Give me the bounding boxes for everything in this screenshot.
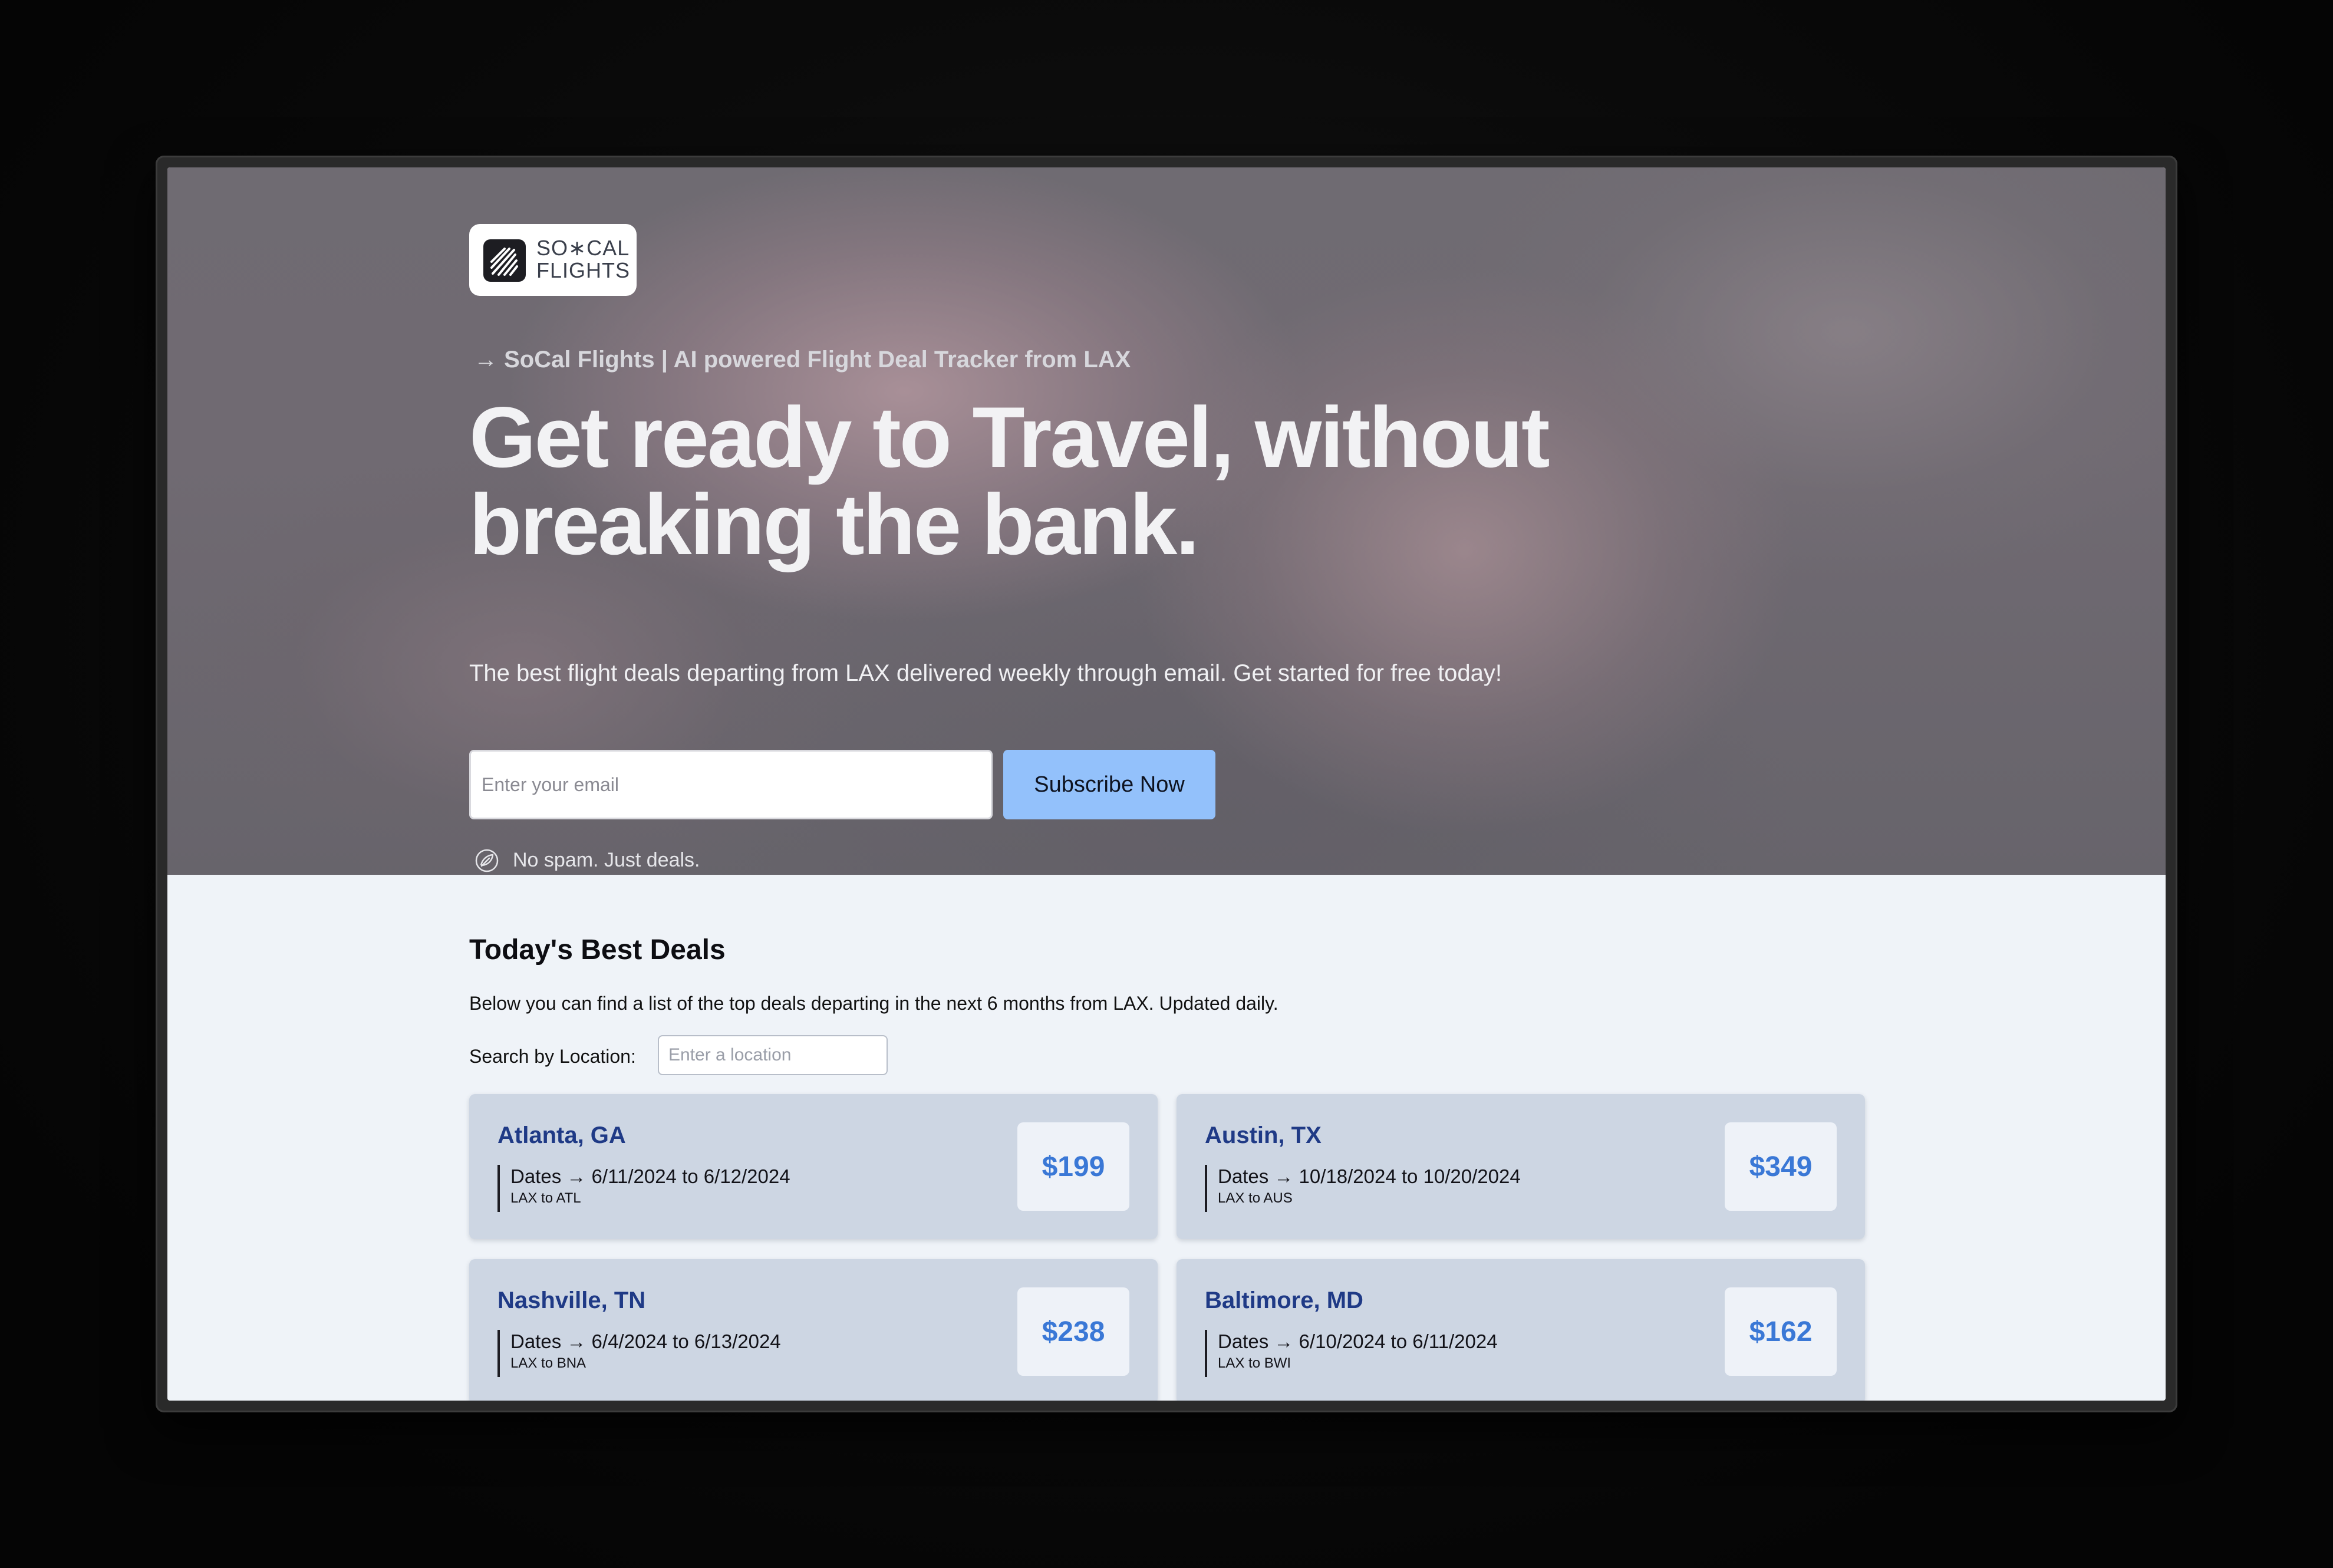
deal-details: Dates → 10/18/2024 to 10/20/2024 LAX to …: [1205, 1165, 1521, 1212]
search-location-label: Search by Location:: [469, 1046, 636, 1067]
deal-route: LAX to BNA: [510, 1355, 586, 1371]
logo[interactable]: SO∗CAL FLIGHTS: [469, 224, 637, 296]
deal-card[interactable]: Austin, TX Dates → 10/18/2024 to 10/20/2…: [1177, 1094, 1865, 1239]
logo-line-2: FLIGHTS: [536, 258, 631, 282]
deal-city: Baltimore, MD: [1205, 1287, 1363, 1313]
deals-description: Below you can find a list of the top dea…: [469, 993, 1278, 1014]
deal-price: $199: [1017, 1122, 1129, 1211]
hero-subtitle: The best flight deals departing from LAX…: [469, 660, 1502, 686]
deal-price: $162: [1725, 1287, 1837, 1376]
deal-city: Austin, TX: [1205, 1122, 1322, 1148]
location-search-input[interactable]: [658, 1035, 888, 1075]
deal-route: LAX to BWI: [1218, 1355, 1291, 1371]
flight-streaks-icon: [483, 239, 526, 282]
deal-dates: Dates → 6/11/2024 to 6/12/2024: [510, 1165, 790, 1187]
deal-city: Atlanta, GA: [497, 1122, 626, 1148]
deal-dates: Dates → 6/10/2024 to 6/11/2024: [1218, 1330, 1498, 1352]
deal-price: $349: [1725, 1122, 1837, 1211]
deal-route: LAX to AUS: [1218, 1190, 1293, 1206]
deal-city: Nashville, TN: [497, 1287, 646, 1313]
subscribe-button[interactable]: Subscribe Now: [1003, 750, 1215, 819]
deal-details: Dates → 6/10/2024 to 6/11/2024 LAX to BW…: [1205, 1330, 1498, 1377]
hero-headline: Get ready to Travel, without breaking th…: [469, 394, 1648, 568]
no-spam-note: No spam. Just deals.: [513, 849, 700, 871]
hero-section: SO∗CAL FLIGHTS → SoCal Flights | AI powe…: [167, 167, 2166, 875]
hero-tagline: → SoCal Flights | AI powered Flight Deal…: [474, 347, 1131, 373]
email-input[interactable]: [469, 750, 993, 819]
logo-line-1: SO∗CAL: [536, 236, 630, 260]
deal-card[interactable]: Nashville, TN Dates → 6/4/2024 to 6/13/2…: [469, 1259, 1158, 1401]
deal-price: $238: [1017, 1287, 1129, 1376]
deal-dates: Dates → 6/4/2024 to 6/13/2024: [510, 1330, 781, 1352]
deal-card[interactable]: Atlanta, GA Dates → 6/11/2024 to 6/12/20…: [469, 1094, 1158, 1239]
headline-line-1: Get ready to Travel, without: [469, 389, 1550, 485]
leaf-circle-icon: [475, 849, 499, 872]
deal-card[interactable]: Baltimore, MD Dates → 6/10/2024 to 6/11/…: [1177, 1259, 1865, 1401]
headline-line-2: breaking the bank.: [469, 476, 1200, 572]
deal-details: Dates → 6/11/2024 to 6/12/2024 LAX to AT…: [497, 1165, 790, 1212]
logo-wordmark: SO∗CAL FLIGHTS: [536, 237, 631, 282]
deals-title: Today's Best Deals: [469, 934, 726, 966]
deal-route: LAX to ATL: [510, 1190, 581, 1206]
browser-viewport: SO∗CAL FLIGHTS → SoCal Flights | AI powe…: [167, 167, 2166, 1401]
deal-details: Dates → 6/4/2024 to 6/13/2024 LAX to BNA: [497, 1330, 781, 1377]
deal-dates: Dates → 10/18/2024 to 10/20/2024: [1218, 1165, 1521, 1187]
